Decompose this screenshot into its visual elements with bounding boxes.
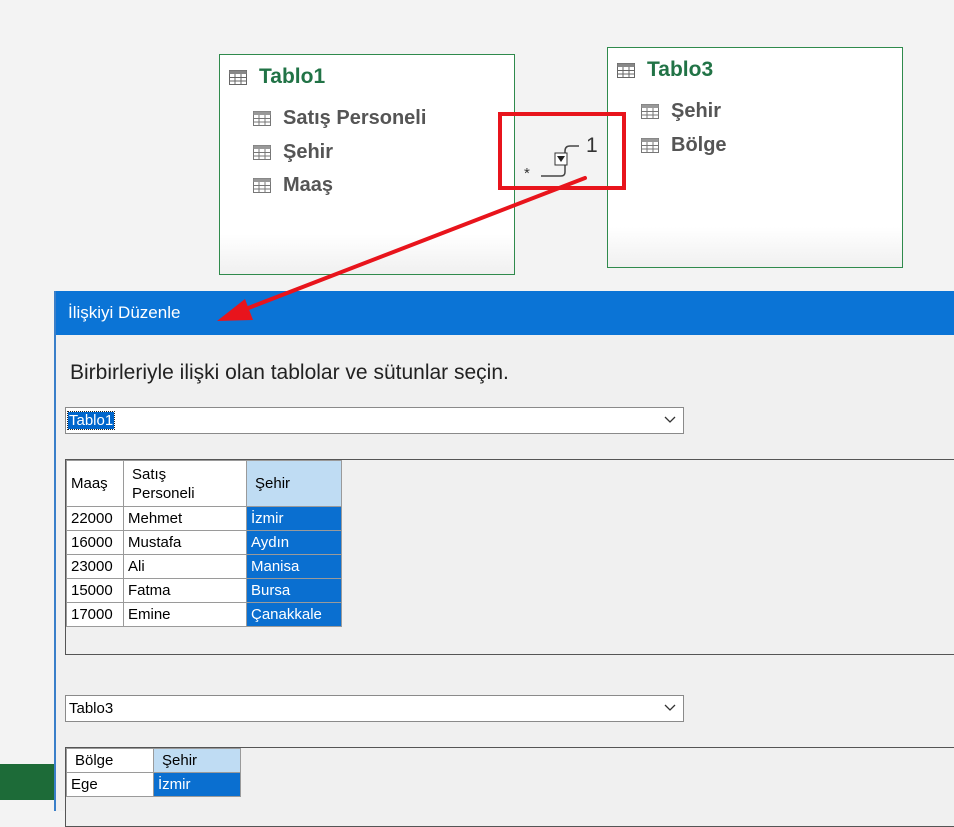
edit-relationship-dialog: İlişkiyi Düzenle Birbirleriyle ilişki ol… <box>54 291 954 827</box>
column-header-satis-personeli[interactable]: Satış Personeli <box>123 460 247 507</box>
dialog-prompt: Birbirleriyle ilişki olan tablolar ve sü… <box>70 361 509 384</box>
table-row: Ege İzmir <box>66 772 241 797</box>
table-row: 22000 Mehmet İzmir <box>66 506 342 531</box>
chevron-down-icon[interactable] <box>663 700 677 718</box>
dropdown-value: Tablo1 <box>66 411 116 430</box>
column-header-sehir[interactable]: Şehir <box>153 748 241 773</box>
highlight-box <box>498 112 626 190</box>
table1-preview-panel: Maaş Satış Personeli Şehir 22000 Mehmet İz… <box>65 459 954 655</box>
dialog-title: İlişkiyi Düzenle <box>68 303 181 322</box>
table1-dropdown[interactable]: Tablo1 <box>65 407 684 434</box>
table2-preview-grid: Bölge Şehir Ege İzmir <box>66 748 241 797</box>
chevron-down-icon[interactable] <box>663 412 677 430</box>
dialog-titlebar[interactable]: İlişkiyi Düzenle <box>56 291 954 335</box>
table-row: 17000 Emine Çanakkale <box>66 602 342 627</box>
table-row: 15000 Fatma Bursa <box>66 578 342 603</box>
table2-preview-panel: Bölge Şehir Ege İzmir <box>65 747 954 827</box>
table-row: 16000 Mustafa Aydın <box>66 530 342 555</box>
column-header-sehir[interactable]: Şehir <box>246 460 342 507</box>
column-header-maas[interactable]: Maaş <box>66 460 124 507</box>
column-header-bolge[interactable]: Bölge <box>66 748 154 773</box>
dropdown-value: Tablo3 <box>69 700 114 717</box>
table1-preview-grid: Maaş Satış Personeli Şehir 22000 Mehmet İz… <box>66 460 342 627</box>
excel-background-strip <box>0 764 56 800</box>
table2-dropdown[interactable]: Tablo3 <box>65 695 684 722</box>
table-row: 23000 Ali Manisa <box>66 554 342 579</box>
